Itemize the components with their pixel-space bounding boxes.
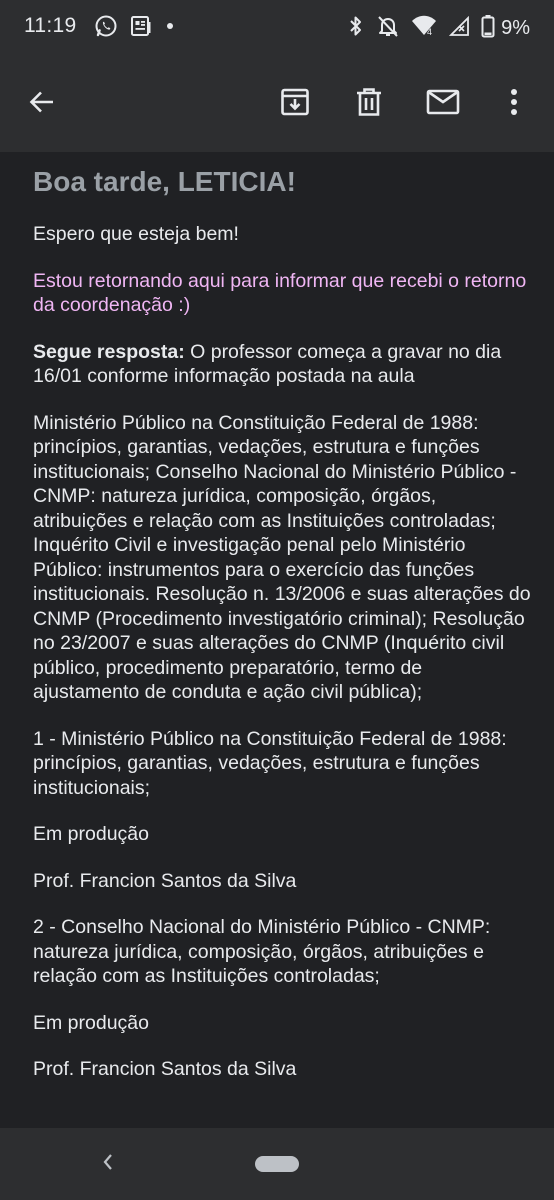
status-time: 11:19 (24, 14, 77, 37)
back-button[interactable] (18, 80, 66, 128)
email-paragraph: Espero que esteja bem! (33, 223, 239, 245)
email-paragraph-status-1: Em produção (33, 823, 149, 845)
email-paragraph-highlighted: Estou retornando aqui para informar que … (33, 269, 527, 317)
archive-icon (280, 87, 310, 122)
email-paragraph-syllabus: Ministério Público na Constituição Feder… (33, 411, 531, 704)
email-paragraph-item-2: 2 - Conselho Nacional do Ministério Públ… (33, 916, 491, 987)
email-paragraph-professor-2: Prof. Francion Santos da Silva (33, 1058, 297, 1080)
mark-unread-button[interactable] (419, 80, 467, 128)
nav-back-button[interactable] (94, 1150, 122, 1178)
archive-button[interactable] (271, 80, 319, 128)
status-bar: 11:19 4 9% (0, 0, 554, 56)
screen: 11:19 4 9% Boa tarde, LETICIA! Espero qu… (0, 0, 554, 1200)
email-greeting: Boa tarde, LETICIA! (33, 166, 296, 197)
mute-icon (377, 14, 399, 43)
app-bar (0, 56, 554, 152)
battery-icon (481, 14, 495, 43)
delete-button[interactable] (345, 80, 393, 128)
svg-text:4: 4 (427, 27, 432, 37)
delete-icon (355, 87, 383, 122)
email-paragraph-item-1: 1 - Ministério Público na Constituição F… (33, 727, 507, 799)
home-pill-button[interactable] (255, 1156, 299, 1172)
email-paragraph-professor-1: Prof. Francion Santos da Silva (33, 869, 297, 892)
email-paragraph-status-2: Em produção (33, 1011, 149, 1034)
battery-percentage: 9% (501, 16, 530, 39)
news-icon (130, 15, 152, 42)
more-vert-icon (510, 88, 518, 121)
whatsapp-icon (94, 14, 118, 43)
status-system-icons: 4 9% (347, 14, 530, 42)
chevron-left-icon (101, 1152, 115, 1177)
back-arrow-icon (28, 88, 56, 121)
mark-unread-icon (426, 89, 460, 120)
signal-icon (448, 15, 469, 41)
navigation-bar (0, 1128, 554, 1200)
email-body[interactable]: Boa tarde, LETICIA! Espero que esteja be… (0, 152, 554, 1128)
wifi-icon: 4 (411, 15, 437, 42)
response-label: Segue resposta: (33, 340, 185, 363)
dot-icon (164, 19, 176, 37)
more-options-button[interactable] (490, 80, 538, 128)
status-notification-icons (94, 14, 176, 42)
bluetooth-icon (347, 14, 365, 43)
email-paragraph-response: Segue resposta: O professor começa a gra… (33, 340, 533, 389)
email-content: Boa tarde, LETICIA! Espero que esteja be… (33, 164, 533, 1104)
